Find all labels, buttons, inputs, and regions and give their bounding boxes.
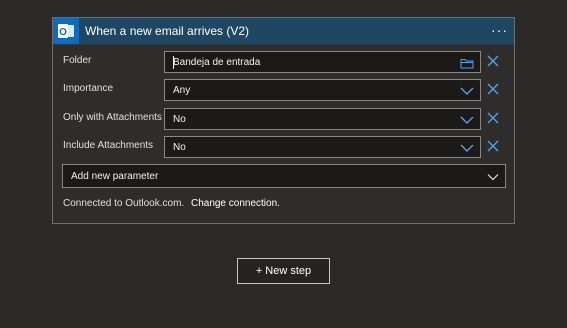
folder-icon[interactable]	[460, 57, 474, 69]
outlook-icon: O	[53, 18, 79, 44]
trigger-title: When a new email arrives (V2)	[85, 24, 250, 38]
include-attachments-label: Include Attachments	[63, 140, 154, 151]
importance-label: Importance	[63, 83, 114, 94]
more-options-button[interactable]: ···	[491, 21, 508, 39]
include-attachments-value: No	[173, 142, 186, 153]
chevron-down-icon	[460, 116, 474, 124]
remove-folder-icon[interactable]	[487, 55, 499, 67]
remove-importance-icon[interactable]	[487, 83, 499, 95]
trigger-header[interactable]: O When a new email arrives (V2) ···	[53, 18, 514, 45]
folder-value: Bandeja de entrada	[173, 57, 261, 68]
add-new-parameter-dropdown[interactable]: Add new parameter	[62, 164, 506, 188]
remove-include-attachments-icon[interactable]	[487, 140, 499, 152]
connection-info: Connected to Outlook.com. Change connect…	[63, 198, 280, 209]
chevron-down-icon	[460, 87, 474, 95]
importance-dropdown[interactable]: Any	[164, 79, 481, 101]
importance-value: Any	[173, 85, 191, 96]
chevron-down-icon	[460, 144, 474, 152]
only-with-attachments-value: No	[173, 114, 186, 125]
new-step-button[interactable]: + New step	[237, 258, 330, 284]
include-attachments-dropdown[interactable]: No	[164, 136, 481, 158]
trigger-card: O When a new email arrives (V2) ··· Fold…	[52, 17, 515, 224]
folder-field[interactable]: Bandeja de entrada	[164, 51, 481, 73]
add-new-parameter-label: Add new parameter	[71, 171, 159, 182]
chevron-down-icon	[487, 174, 499, 181]
svg-text:O: O	[59, 27, 67, 38]
change-connection-link[interactable]: Change connection.	[191, 198, 280, 209]
folder-label: Folder	[63, 55, 92, 66]
only-with-attachments-dropdown[interactable]: No	[164, 108, 481, 130]
remove-only-with-attachments-icon[interactable]	[487, 112, 499, 124]
only-with-attachments-label: Only with Attachments	[63, 112, 162, 123]
connection-status: Connected to Outlook.com.	[63, 198, 185, 209]
